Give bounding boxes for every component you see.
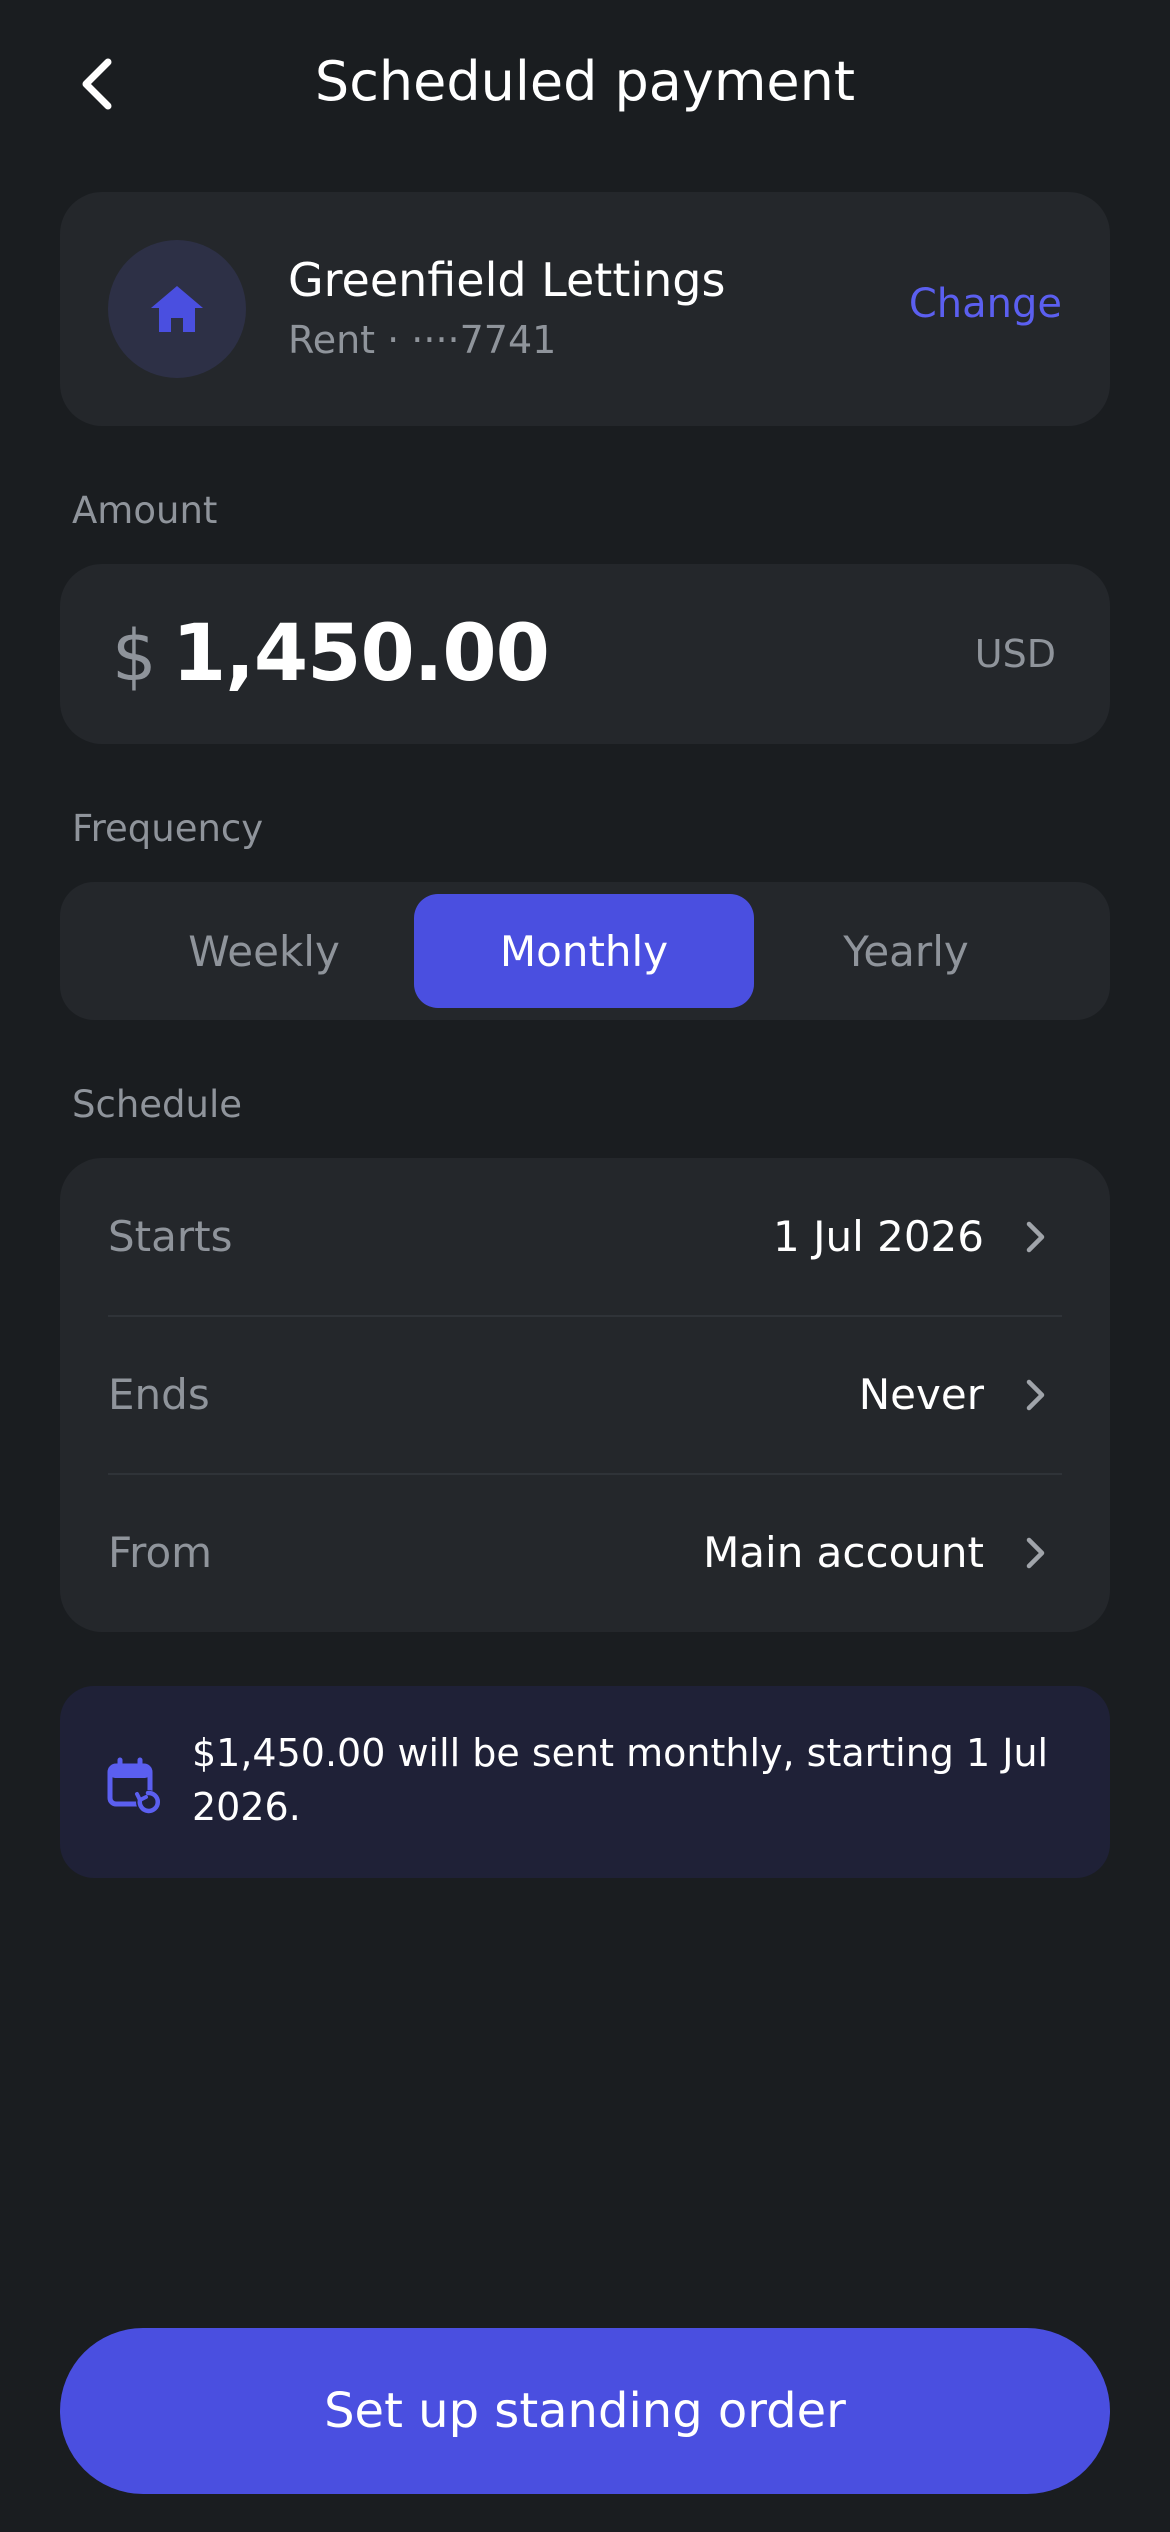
- schedule-row-label: Starts: [108, 1212, 233, 1261]
- amount-value: 1,450.00: [172, 609, 550, 699]
- schedule-row-label: Ends: [108, 1370, 210, 1419]
- home-icon: [151, 286, 203, 332]
- info-banner: $1,450.00 will be sent monthly, starting…: [60, 1686, 1110, 1878]
- schedule-row-label: From: [108, 1528, 213, 1577]
- payee-avatar: [108, 240, 246, 378]
- amount-label: Amount: [72, 489, 218, 532]
- schedule-row-from[interactable]: From Main account: [60, 1474, 1110, 1632]
- schedule-row-ends[interactable]: Ends Never: [60, 1316, 1110, 1474]
- calendar-repeat-icon: [107, 1757, 161, 1814]
- page-title: Scheduled payment: [314, 50, 856, 113]
- payee-name: Greenfield Lettings: [288, 253, 726, 307]
- chevron-right-icon: [1026, 1379, 1045, 1411]
- schedule-card: Starts 1 Jul 2026 Ends Never From Main a…: [60, 1158, 1110, 1632]
- frequency-option-monthly[interactable]: Monthly: [414, 894, 754, 1008]
- schedule-row-value: 1 Jul 2026: [773, 1212, 984, 1261]
- header: Scheduled payment: [0, 0, 1170, 168]
- payee-card: Greenfield Lettings Rent · ····7741 Chan…: [60, 192, 1110, 426]
- amount-input[interactable]: $ 1,450.00 USD: [60, 564, 1110, 744]
- schedule-label: Schedule: [72, 1083, 243, 1126]
- change-payee-link[interactable]: Change: [909, 276, 1062, 332]
- payee-subtitle: Rent · ····7741: [288, 318, 557, 362]
- chevron-right-icon: [1026, 1221, 1045, 1253]
- chevron-right-icon: [1026, 1537, 1045, 1569]
- schedule-row-value: Main account: [703, 1528, 984, 1577]
- schedule-row-starts[interactable]: Starts 1 Jul 2026: [60, 1158, 1110, 1316]
- currency-code: USD: [974, 632, 1056, 676]
- frequency-selector: Weekly Monthly Yearly: [60, 882, 1110, 1020]
- set-up-standing-order-button[interactable]: Set up standing order: [60, 2328, 1110, 2494]
- frequency-option-weekly[interactable]: Weekly: [94, 894, 434, 1008]
- currency-symbol: $: [112, 615, 157, 697]
- frequency-label: Frequency: [72, 807, 264, 850]
- frequency-option-yearly[interactable]: Yearly: [736, 894, 1076, 1008]
- schedule-row-value: Never: [858, 1370, 984, 1419]
- info-text: $1,450.00 will be sent monthly, starting…: [192, 1731, 1049, 1829]
